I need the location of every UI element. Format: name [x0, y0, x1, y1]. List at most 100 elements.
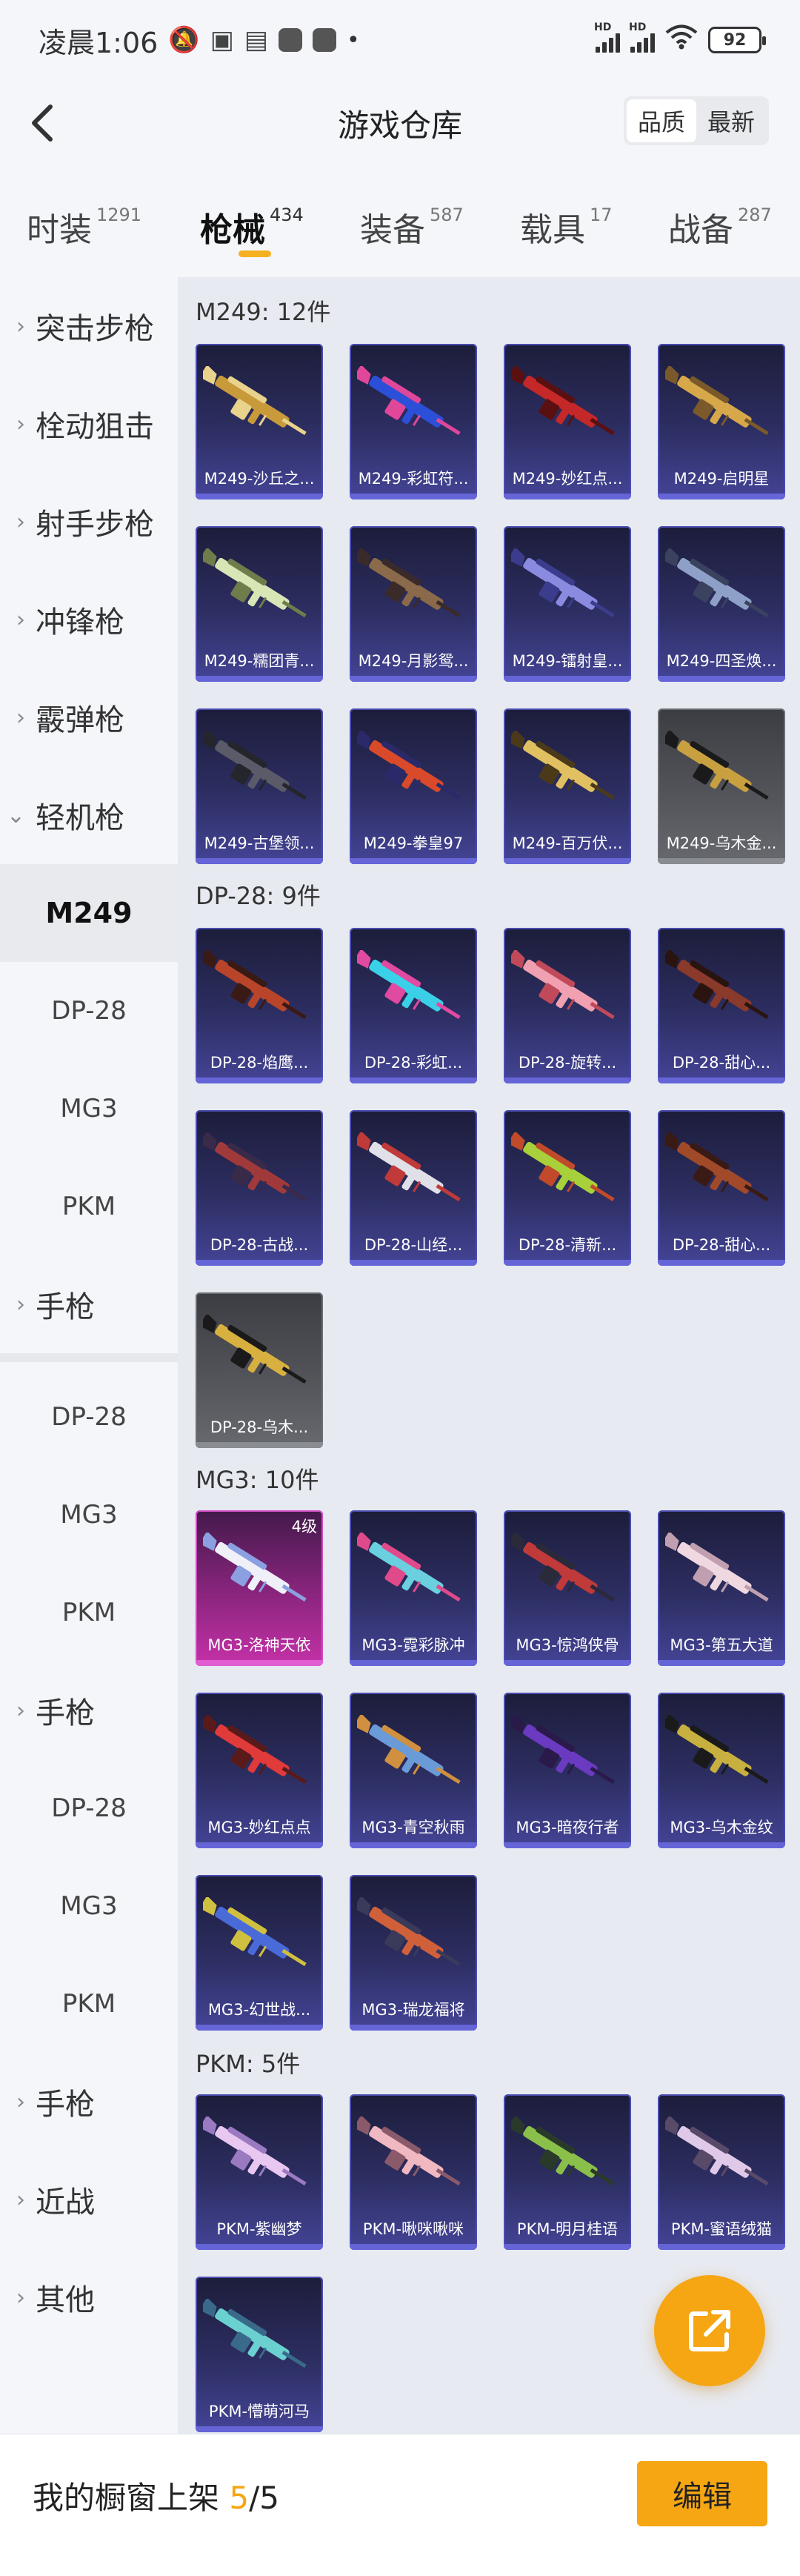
gun-skin-image [665, 366, 769, 436]
sidebar-item-melee[interactable]: › 近战 [0, 2151, 178, 2248]
skin-card[interactable]: DP-28-甜心... [658, 928, 785, 1083]
rarity-bar [350, 494, 477, 499]
skin-card[interactable]: DP-28-旋转... [504, 928, 631, 1083]
sidebar-sub-dp28[interactable]: DP-28 [0, 1368, 178, 1466]
skin-card[interactable]: PKM-明月桂语 [504, 2094, 631, 2250]
chevron-right-icon: › [16, 606, 25, 633]
skin-card[interactable]: M249-乌木金... [658, 708, 785, 864]
skin-card[interactable]: MG3-妙红点点 [196, 1693, 323, 1848]
showcase-label-text: 我的橱窗上架 [33, 2480, 230, 2516]
tab-fashion[interactable]: 时装 1291 [27, 188, 141, 250]
sidebar-item-shotgun[interactable]: › 霰弹枪 [0, 668, 178, 766]
gun-skin-image [511, 1132, 615, 1202]
skin-card[interactable]: M249-百万伏... [504, 708, 631, 864]
skin-card[interactable]: DP-28-乌木... [196, 1292, 323, 1448]
skin-card[interactable]: DP-28-清新... [504, 1110, 631, 1266]
skin-name: PKM-紫幽梦 [216, 2220, 302, 2238]
skin-card[interactable]: MG3-乌木金纹 [658, 1693, 785, 1848]
skin-card[interactable]: PKM-懵萌河马 [196, 2277, 323, 2432]
skin-card[interactable]: PKM-紫幽梦 [196, 2094, 323, 2250]
chevron-right-icon: › [16, 1291, 25, 1318]
tab-label: 时装 [27, 211, 92, 249]
skin-name: DP-28-甜心... [672, 1236, 771, 1254]
sidebar-item-pistol[interactable]: › 手枪 [0, 1662, 178, 1759]
tab-supplies[interactable]: 战备 287 [668, 188, 772, 250]
skin-card[interactable]: M249-沙丘之... [196, 344, 323, 499]
rarity-bar [504, 1078, 631, 1083]
gun-skin-image [665, 950, 769, 1020]
wifi-icon [665, 24, 698, 56]
sidebar-item-bolt-sniper[interactable]: › 栓动狙击 [0, 375, 178, 473]
skin-name: M249-乌木金... [666, 834, 777, 852]
skin-card[interactable]: MG3-暗夜行者 [504, 1693, 631, 1848]
skin-name: M249-彩虹符... [358, 470, 469, 488]
tab-label: 装备 [360, 211, 425, 249]
skin-card[interactable]: MG3-惊鸿侠骨 [504, 1510, 631, 1666]
sort-quality-button[interactable]: 品质 [627, 99, 696, 142]
sidebar-sub-mg3[interactable]: MG3 [0, 1466, 178, 1564]
sidebar-item-assault-rifle[interactable]: › 突击步枪 [0, 277, 178, 375]
edit-button[interactable]: 编辑 [637, 2461, 767, 2526]
sidebar-item-other[interactable]: › 其他 [0, 2248, 178, 2346]
sidebar-sub-pkm[interactable]: PKM [0, 1158, 178, 1255]
share-fab-button[interactable] [654, 2275, 765, 2386]
sidebar-sub-pkm[interactable]: PKM [0, 1955, 178, 2053]
chevron-down-icon: ⌄ [6, 802, 25, 829]
skin-card[interactable]: M249-古堡领... [196, 708, 323, 864]
sidebar-item-dmr[interactable]: › 射手步枪 [0, 473, 178, 571]
skin-card[interactable]: M249-拳皇97 [350, 708, 477, 864]
skin-name: M249-糯团青... [204, 652, 315, 670]
skin-card[interactable]: M249-四圣焕... [658, 526, 785, 682]
sidebar-item-lmg[interactable]: ⌄ 轻机枪 [0, 766, 178, 864]
skin-card[interactable]: M249-启明星 [658, 344, 785, 499]
tab-equipment[interactable]: 装备 587 [360, 188, 464, 250]
tab-vehicles[interactable]: 载具 17 [520, 188, 613, 250]
category-tabs: 时装 1291 枪械 434 装备 587 载具 17 战备 287 [0, 188, 800, 270]
skin-card[interactable]: M249-糯团青... [196, 526, 323, 682]
rarity-bar [658, 676, 785, 682]
skin-card[interactable]: DP-28-焰鹰... [196, 928, 323, 1083]
skin-card[interactable]: DP-28-甜心... [658, 1110, 785, 1266]
skin-card[interactable]: 4级 MG3-洛神天依 [196, 1510, 323, 1666]
skin-name: MG3-洛神天依 [207, 1636, 311, 1654]
skin-card[interactable]: DP-28-古战... [196, 1110, 323, 1266]
tab-count: 287 [738, 205, 772, 225]
rarity-bar [196, 1842, 323, 1848]
gun-skin-image [665, 1715, 769, 1785]
sort-newest-button[interactable]: 最新 [696, 99, 766, 142]
gun-skin-image [203, 2117, 307, 2186]
skin-card[interactable]: M249-月影鸳... [350, 526, 477, 682]
skin-name: M249-月影鸳... [358, 652, 469, 670]
skin-name: DP-28-甜心... [672, 1054, 771, 1072]
skin-card[interactable]: M249-镭射皇... [504, 526, 631, 682]
skin-card[interactable]: MG3-青空秋雨 [350, 1693, 477, 1848]
sidebar-sub-m249[interactable]: M249 [0, 864, 178, 962]
skin-card[interactable]: MG3-霓彩脉冲 [350, 1510, 477, 1666]
sidebar-sub-mg3[interactable]: MG3 [0, 1060, 178, 1158]
skin-card[interactable]: M249-彩虹符... [350, 344, 477, 499]
sidebar-item-pistol[interactable]: › 手枪 [0, 2053, 178, 2151]
sidebar-item-pistol[interactable]: › 手枪 [0, 1255, 178, 1353]
rarity-bar [196, 2426, 323, 2432]
gun-skin-image [511, 950, 615, 1020]
section-title-pkm: PKM: 5件 [196, 2050, 301, 2078]
tab-guns[interactable]: 枪械 434 [200, 188, 304, 257]
skin-card[interactable]: MG3-第五大道 [658, 1510, 785, 1666]
sidebar-sub-mg3[interactable]: MG3 [0, 1857, 178, 1955]
gun-skin-image [203, 1132, 307, 1202]
sidebar-item-smg[interactable]: › 冲锋枪 [0, 571, 178, 668]
skin-card[interactable]: PKM-啾咪啾咪 [350, 2094, 477, 2250]
skin-card[interactable]: DP-28-彩虹... [350, 928, 477, 1083]
skin-card[interactable]: MG3-幻世战... [196, 1875, 323, 2031]
rarity-bar [504, 1660, 631, 1666]
skin-name: MG3-妙红点点 [207, 1819, 311, 1836]
skin-card[interactable]: PKM-蜜语绒猫 [658, 2094, 785, 2250]
back-button[interactable] [21, 99, 68, 147]
sidebar-sub-pkm[interactable]: PKM [0, 1564, 178, 1662]
sidebar-sub-dp28[interactable]: DP-28 [0, 962, 178, 1060]
sidebar-sub-dp28[interactable]: DP-28 [0, 1759, 178, 1857]
skin-card[interactable]: DP-28-山经... [350, 1110, 477, 1266]
skin-card[interactable]: MG3-瑞龙福将 [350, 1875, 477, 2031]
skin-card[interactable]: M249-妙红点... [504, 344, 631, 499]
nfc-icon: ▣ [210, 25, 234, 55]
